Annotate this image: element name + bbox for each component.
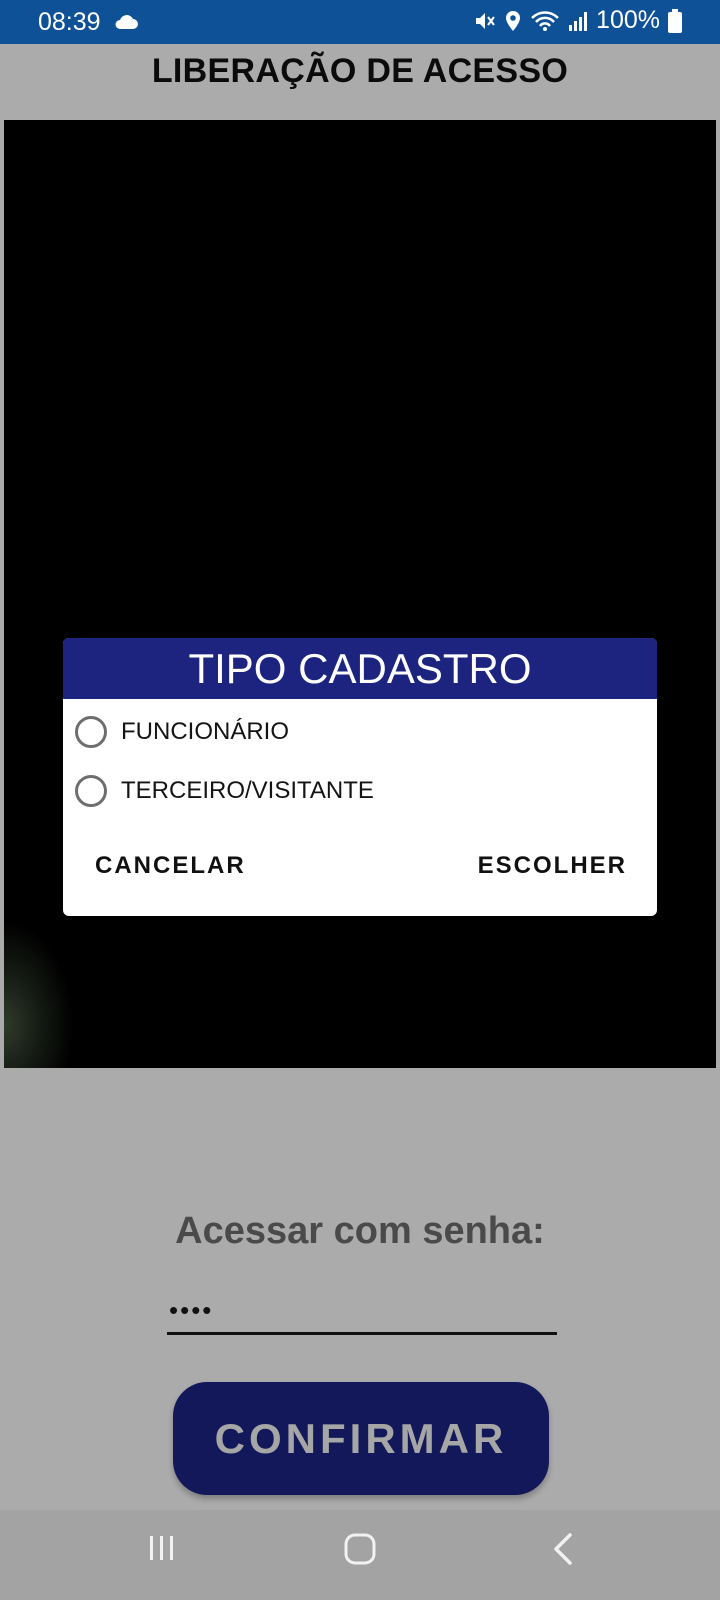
cloud-icon — [114, 14, 138, 35]
status-time: 08:39 — [38, 8, 101, 36]
back-icon[interactable] — [550, 1532, 578, 1571]
option-label: TERCEIRO/VISITANTE — [121, 777, 374, 804]
option-label: FUNCIONÁRIO — [121, 718, 289, 745]
cancel-button[interactable]: CANCELAR — [95, 852, 246, 880]
signal-icon — [568, 10, 588, 32]
navigation-bar — [0, 1510, 720, 1600]
status-icons: 100% — [474, 6, 682, 35]
choose-button[interactable]: ESCOLHER — [478, 852, 627, 880]
dialog-title: TIPO CADASTRO — [63, 638, 657, 699]
option-terceiro-visitante[interactable]: TERCEIRO/VISITANTE — [75, 769, 374, 813]
password-label: Acessar com senha: — [175, 1210, 545, 1252]
option-funcionario[interactable]: FUNCIONÁRIO — [75, 710, 289, 754]
camera-preview — [4, 120, 716, 1068]
mute-icon — [474, 10, 496, 32]
recent-apps-icon[interactable] — [146, 1532, 178, 1569]
home-icon[interactable] — [343, 1532, 377, 1571]
status-bar: 08:39 100% — [0, 0, 720, 44]
confirm-button[interactable]: CONFIRMAR — [173, 1382, 549, 1495]
radio-button[interactable] — [75, 716, 107, 748]
camera-image-detail — [4, 920, 74, 1068]
registration-type-dialog: TIPO CADASTRO FUNCIONÁRIO TERCEIRO/VISIT… — [63, 638, 657, 916]
password-input[interactable] — [167, 1288, 557, 1335]
battery-icon — [668, 8, 682, 33]
radio-button[interactable] — [75, 775, 107, 807]
location-icon — [504, 10, 522, 32]
page-title: LIBERAÇÃO DE ACESSO — [151, 52, 569, 90]
wifi-icon — [530, 10, 560, 32]
battery-text: 100% — [596, 6, 660, 34]
